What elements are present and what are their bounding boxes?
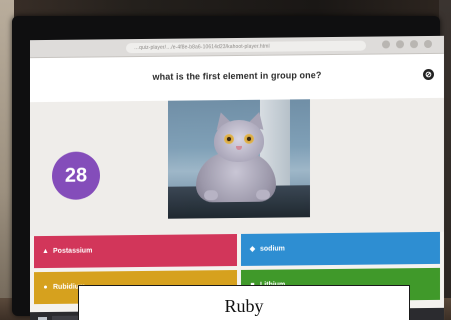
cat-eye-right [244, 133, 254, 144]
answer-option-blue[interactable]: ◆ sodium [241, 231, 440, 266]
profile-icon[interactable] [410, 40, 418, 49]
question-header: what is the first element in group one? … [30, 53, 444, 103]
triangle-icon: ▲ [42, 247, 49, 256]
cat-eye-left [224, 134, 234, 145]
caption-label: Ruby [78, 285, 410, 320]
url-bar[interactable]: …quiz-player/…/e-4f8e-b8a6-10614d23/kaho… [126, 40, 366, 54]
circle-icon: ● [43, 283, 48, 292]
extension-icon[interactable] [382, 40, 390, 49]
cat-paw-right [256, 189, 270, 200]
diamond-icon: ◆ [249, 245, 256, 253]
bookmark-icon[interactable] [396, 40, 404, 49]
monitor-screen: …quiz-player/…/e-4f8e-b8a6-10614d23/kaho… [30, 35, 444, 320]
question-image [168, 99, 310, 219]
cat-head [214, 119, 264, 163]
answer-option-red[interactable]: ▲ Postassium [34, 234, 237, 269]
cat-paw-left [204, 190, 218, 201]
ban-icon[interactable]: ⊘ [423, 68, 434, 81]
menu-icon[interactable] [424, 39, 432, 49]
question-stage: 28 [30, 97, 444, 237]
timer-badge: 28 [52, 151, 100, 200]
question-text: what is the first element in group one? [152, 70, 322, 82]
answer-label: sodium [260, 245, 285, 253]
monitor: …quiz-player/…/e-4f8e-b8a6-10614d23/kaho… [12, 16, 444, 320]
answer-label: Postassium [53, 247, 93, 255]
